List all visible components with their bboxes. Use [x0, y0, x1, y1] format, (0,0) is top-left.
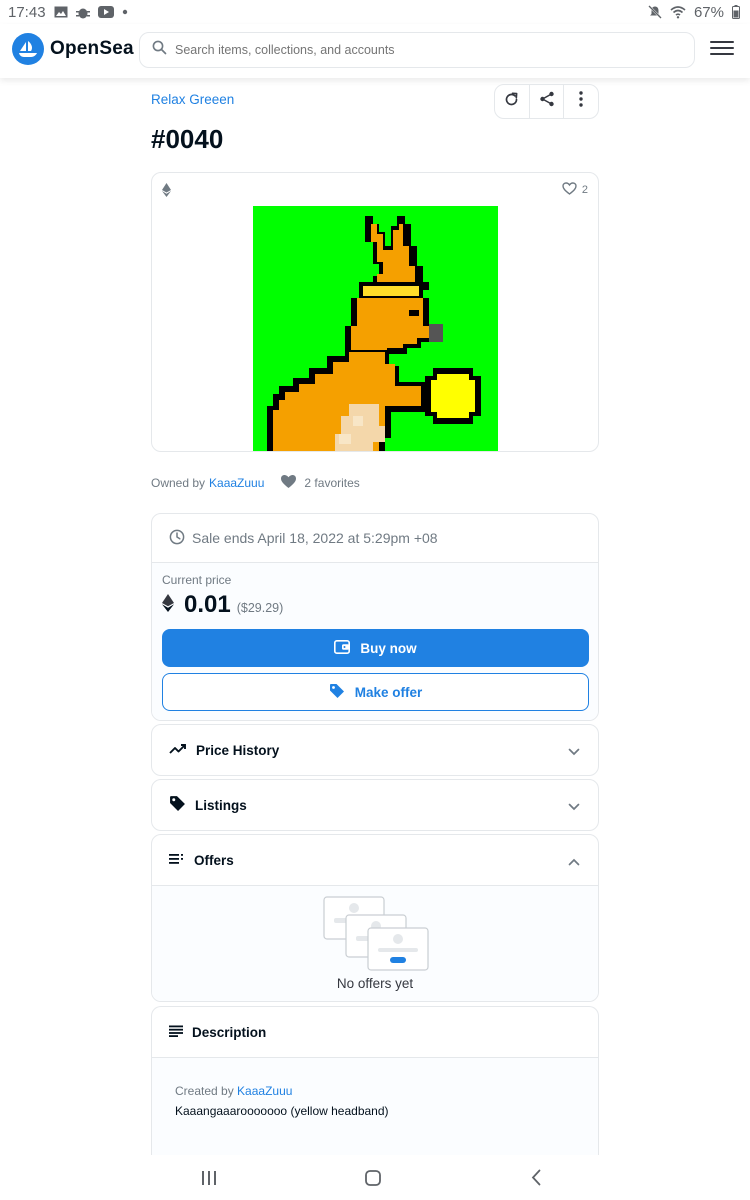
system-nav-bar [0, 1155, 750, 1200]
brand-name[interactable]: OpenSea [50, 38, 134, 60]
description-content: Created by KaaaZuuu Kaaangaaarooooooo (y… [152, 1058, 598, 1118]
make-offer-label: Make offer [354, 684, 423, 700]
refresh-icon [504, 91, 519, 112]
favorites-label: 2 favorites [304, 476, 360, 490]
price-value: 0.01 [184, 591, 231, 618]
bug-icon [75, 6, 90, 19]
price-usd: ($29.29) [236, 601, 284, 615]
image-icon [54, 6, 68, 18]
description-text: Kaaangaaarooooooo (yellow headband) [175, 1104, 389, 1118]
tag-icon [329, 683, 345, 702]
tag-icon [169, 795, 186, 815]
search-input[interactable] [175, 43, 655, 57]
collection-link[interactable]: Relax Greeen [151, 92, 234, 107]
list-icon [169, 853, 185, 868]
item-title: #0040 [151, 124, 224, 154]
created-by-label: Created by [175, 1084, 234, 1098]
status-bar: 17:43 67% [0, 0, 750, 24]
battery-level: 67% [693, 3, 724, 21]
home-icon[interactable] [365, 1170, 381, 1191]
description-panel: Description Created by KaaaZuuu Kaaangaa… [151, 1006, 599, 1156]
notification-dot-icon [122, 9, 128, 15]
share-button[interactable] [530, 85, 565, 118]
offers-body: No offers yet [152, 885, 598, 1001]
price-history-header[interactable]: Price History [152, 725, 598, 775]
more-vertical-icon [579, 91, 583, 112]
price-history-panel: Price History [151, 724, 599, 776]
heart-icon [280, 474, 297, 492]
recent-apps-icon[interactable] [201, 1171, 217, 1190]
favorites-count[interactable]: 2 favorites [280, 474, 360, 492]
search-icon [152, 40, 167, 60]
wallet-icon [334, 639, 351, 657]
wifi-icon [670, 5, 686, 19]
owned-by-label: Owned by [151, 476, 206, 490]
back-icon[interactable] [531, 1169, 541, 1191]
make-offer-button[interactable]: Make offer [162, 673, 589, 711]
creator-link[interactable]: KaaaZuuu [237, 1084, 292, 1098]
price-line: 0.01 ($29.29) [162, 591, 588, 619]
item-actions [494, 84, 599, 119]
share-icon [539, 91, 555, 112]
description-body: Created by KaaaZuuu Kaaangaaarooooooo (y… [152, 1057, 598, 1156]
nft-image[interactable] [253, 206, 498, 451]
clock-icon [169, 529, 185, 548]
item-media-card: 2 [151, 172, 599, 452]
app-header: OpenSea [0, 24, 750, 78]
buy-now-button[interactable]: Buy now [162, 629, 589, 667]
status-time: 17:43 [8, 3, 46, 21]
listings-header[interactable]: Listings [152, 780, 598, 830]
offers-title: Offers [194, 852, 234, 868]
chevron-up-icon [568, 854, 580, 869]
owner-link[interactable]: KaaaZuuu [209, 476, 264, 490]
heart-icon [562, 182, 577, 198]
chevron-down-icon [568, 744, 580, 759]
chevron-down-icon [568, 799, 580, 814]
no-offers-text: No offers yet [336, 976, 414, 991]
search-bar[interactable] [139, 32, 695, 68]
more-options-button[interactable] [564, 85, 598, 118]
listings-panel: Listings [151, 779, 599, 831]
ethereum-icon [162, 593, 174, 617]
refresh-button[interactable] [495, 85, 530, 118]
hamburger-menu-icon[interactable] [710, 38, 734, 58]
description-title: Description [192, 1024, 267, 1040]
media-favorite-button[interactable]: 2 [562, 182, 588, 198]
ethereum-icon [162, 183, 171, 202]
mute-icon [648, 5, 662, 19]
opensea-logo-icon[interactable] [12, 33, 44, 65]
trend-icon [169, 743, 187, 758]
empty-offers-illustration [323, 896, 429, 971]
description-lines-icon [169, 1025, 183, 1040]
offers-panel: Offers No offers yet [151, 834, 599, 1002]
price-history-title: Price History [196, 742, 280, 758]
price-body: Current price 0.01 ($29.29) Buy now Make… [152, 563, 598, 720]
sale-end-text: Sale ends April 18, 2022 at 5:29pm +08 [192, 530, 438, 546]
sale-end-row: Sale ends April 18, 2022 at 5:29pm +08 [152, 514, 598, 563]
current-price-label: Current price [162, 573, 232, 587]
listings-title: Listings [195, 797, 247, 813]
offers-header[interactable]: Offers [152, 835, 598, 885]
owner-row: Owned by KaaaZuuu 2 favorites [151, 474, 360, 492]
youtube-icon [97, 6, 114, 18]
description-header[interactable]: Description [152, 1007, 598, 1057]
buy-now-label: Buy now [360, 640, 417, 656]
price-card: Sale ends April 18, 2022 at 5:29pm +08 C… [151, 513, 599, 721]
media-favorite-count: 2 [581, 184, 588, 196]
battery-icon [732, 5, 740, 19]
